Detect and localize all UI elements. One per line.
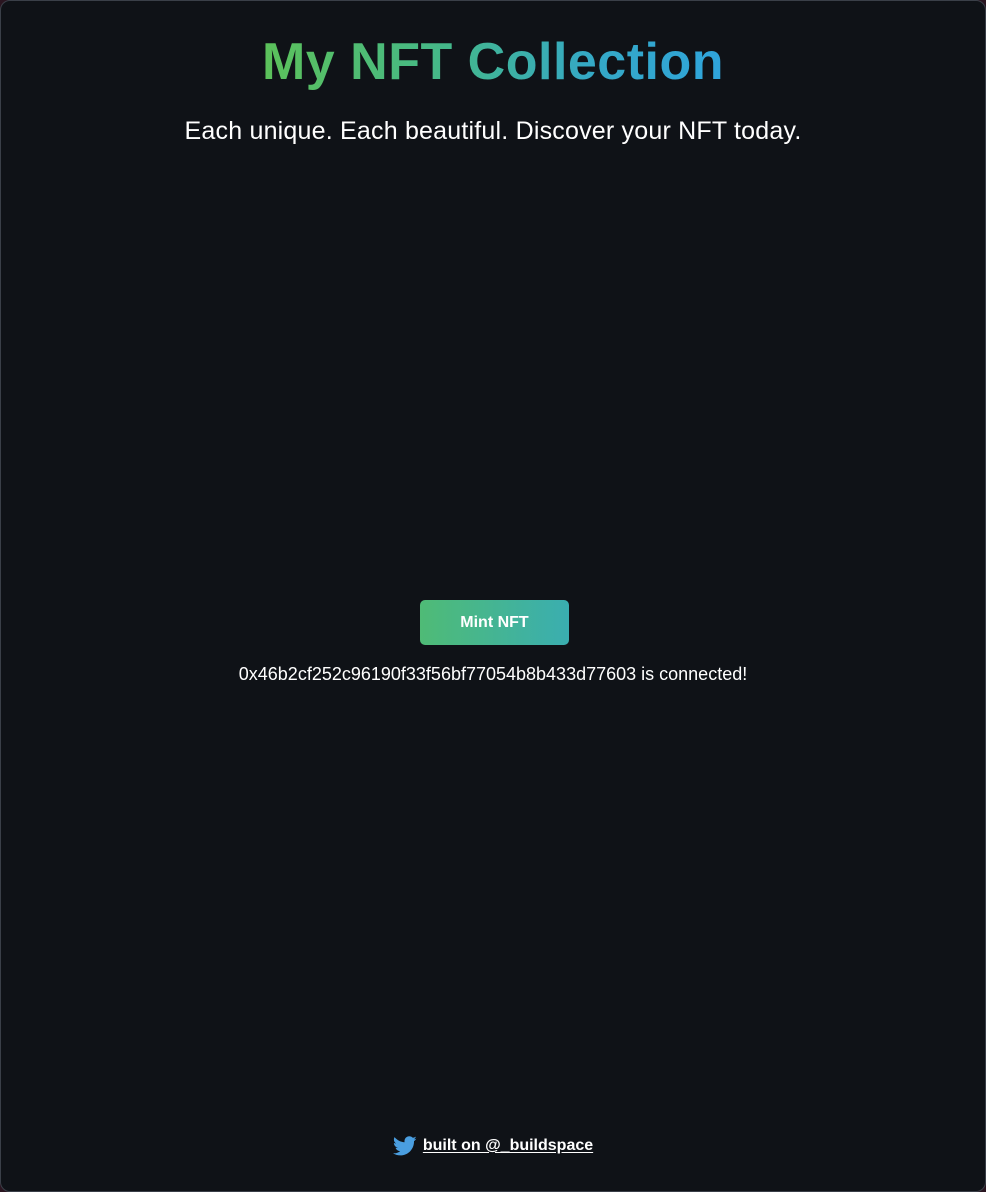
twitter-icon [392, 1134, 417, 1158]
page-subtitle: Each unique. Each beautiful. Discover yo… [184, 117, 802, 145]
app-window: My NFT Collection Each unique. Each beau… [0, 0, 986, 1192]
footer: built on @_buildspace [1, 1134, 985, 1158]
mint-nft-button[interactable]: Mint NFT [420, 600, 569, 645]
buildspace-twitter-link[interactable]: built on @_buildspace [423, 1137, 593, 1155]
wallet-connected-status: 0x46b2cf252c96190f33f56bf77054b8b433d776… [238, 664, 748, 684]
page-title: My NFT Collection [261, 33, 725, 91]
header: My NFT Collection Each unique. Each beau… [1, 31, 985, 147]
